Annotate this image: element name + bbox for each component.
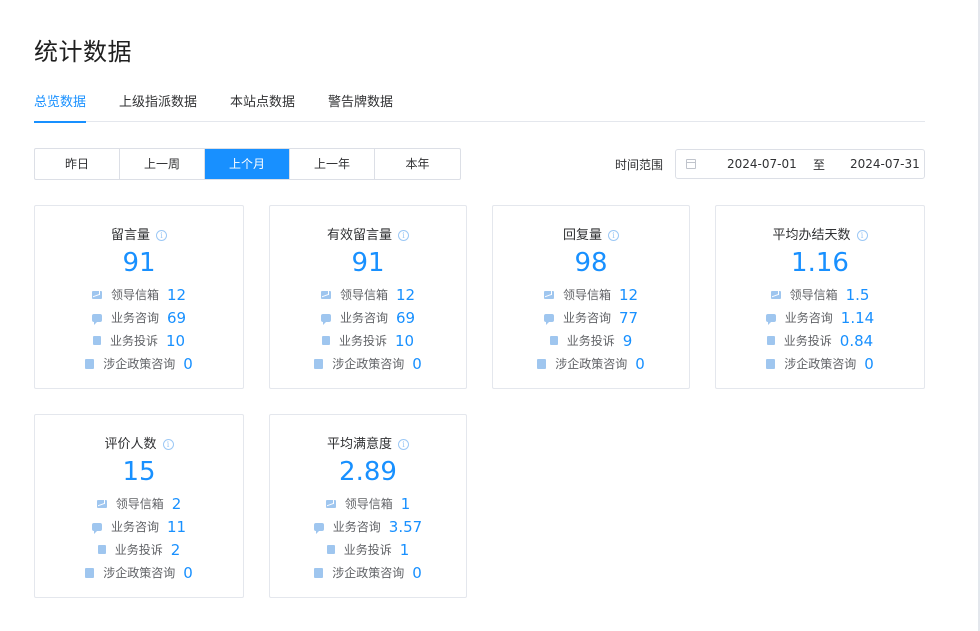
metric-policy: 涉企政策咨询 0 [35,561,243,584]
metric-consult: 业务咨询 11 [35,515,243,538]
metric-policy: 涉企政策咨询 0 [270,352,466,375]
stat-card-avg-days: 平均办结天数 i 1.16 领导信箱 1.5 业务咨询 1.14 业务投诉 0.84 涉… [715,205,925,389]
tab-bar: 总览数据 上级指派数据 本站点数据 警告牌数据 [34,93,925,123]
card-title: 回复量 i [493,224,689,243]
book-icon [92,336,101,345]
card-value: 2.89 [339,457,397,487]
info-icon[interactable]: i [608,230,619,241]
chat-icon [543,313,554,325]
book-icon [326,545,335,554]
metric-mailbox: 领导信箱 2 [35,492,243,515]
card-metrics: 领导信箱 2 业务咨询 11 业务投诉 2 涉企政策咨询 0 [35,492,243,584]
range-last-month-button[interactable]: 上个月 [205,149,290,179]
chat-icon [765,313,776,325]
metric-policy: 涉企政策咨询 0 [493,352,689,375]
metric-consult: 业务咨询 69 [270,306,466,329]
card-value: 91 [122,248,156,278]
range-last-year-button[interactable]: 上一年 [290,149,375,179]
document-icon [85,358,95,369]
card-metrics: 领导信箱 1.5 业务咨询 1.14 业务投诉 0.84 涉企政策咨询 0 [716,283,924,375]
time-range-label: 时间范围 [615,158,664,172]
metric-consult: 业务咨询 3.57 [270,515,466,538]
chat-icon [320,313,331,325]
card-metrics: 领导信箱 12 业务咨询 77 业务投诉 9 涉企政策咨询 0 [493,283,689,375]
book-icon [97,545,106,554]
mail-icon [770,290,781,299]
card-value: 1.16 [791,248,849,278]
tab-warning-sign[interactable]: 警告牌数据 [328,93,393,122]
chat-icon [91,522,102,534]
card-metrics: 领导信箱 1 业务咨询 3.57 业务投诉 1 涉企政策咨询 0 [270,492,466,584]
metric-consult: 业务咨询 69 [35,306,243,329]
info-icon[interactable]: i [156,230,167,241]
metric-mailbox: 领导信箱 12 [270,283,466,306]
card-title: 平均办结天数 i [716,224,924,243]
metric-complaint: 业务投诉 2 [35,538,243,561]
info-icon[interactable]: i [856,230,868,241]
tab-overview[interactable]: 总览数据 [34,93,87,123]
document-icon [85,567,95,578]
date-separator: 至 [812,157,825,172]
metric-complaint: 业务投诉 10 [270,329,466,352]
card-title: 有效留言量 i [270,224,466,243]
card-metrics: 领导信箱 12 业务咨询 69 业务投诉 10 涉企政策咨询 0 [270,283,466,375]
book-icon [549,336,558,345]
metric-consult: 业务咨询 77 [493,306,689,329]
mail-icon [91,290,102,299]
range-yesterday-button[interactable]: 昨日 [35,149,120,179]
book-icon [766,336,775,345]
info-icon[interactable]: i [398,230,409,241]
metric-mailbox: 领导信箱 12 [35,283,243,306]
document-icon [537,358,547,369]
stat-card-avg-satisfaction: 平均满意度 i 2.89 领导信箱 1 业务咨询 3.57 业务投诉 1 涉企政策咨询 0 [269,414,467,598]
chat-icon [313,522,324,534]
card-metrics: 领导信箱 12 业务咨询 69 业务投诉 10 涉企政策咨询 0 [35,283,243,375]
tab-superior-assigned[interactable]: 上级指派数据 [119,93,197,122]
mail-icon [96,499,107,508]
stat-card-raters: 评价人数 i 15 领导信箱 2 业务咨询 11 业务投诉 2 涉企政策咨询 0 [34,414,244,598]
mail-icon [325,499,336,508]
metric-consult: 业务咨询 1.14 [716,306,924,329]
card-title: 评价人数 i [35,433,243,452]
range-this-year-button[interactable]: 本年 [375,149,460,179]
card-title: 平均满意度 i [270,433,466,452]
metric-complaint: 业务投诉 9 [493,329,689,352]
card-value: 15 [122,457,156,487]
stat-card-replies: 回复量 i 98 领导信箱 12 业务咨询 77 业务投诉 9 涉企政策咨询 0 [492,205,690,389]
info-icon[interactable]: i [398,439,409,450]
document-icon [766,358,776,369]
card-value: 91 [351,248,385,278]
metric-mailbox: 领导信箱 12 [493,283,689,306]
page-title: 统计数据 [34,38,132,66]
metric-complaint: 业务投诉 10 [35,329,243,352]
metric-mailbox: 领导信箱 1.5 [716,283,924,306]
tab-this-site[interactable]: 本站点数据 [230,93,295,122]
document-icon [314,567,324,578]
metric-mailbox: 领导信箱 1 [270,492,466,515]
chat-icon [91,313,102,325]
mail-icon [543,290,554,299]
info-icon[interactable]: i [162,439,174,450]
mail-icon [320,290,331,299]
book-icon [321,336,330,345]
card-value: 98 [574,248,608,278]
metric-policy: 涉企政策咨询 0 [270,561,466,584]
date-range-picker[interactable]: 2024-07-01 至 2024-07-31 [675,149,925,179]
time-range-button-group: 昨日 上一周 上个月 上一年 本年 [34,148,461,180]
stat-card-messages: 留言量 i 91 领导信箱 12 业务咨询 69 业务投诉 10 涉企政策咨询 0 [34,205,244,389]
date-start-input[interactable]: 2024-07-01 [727,157,797,171]
metric-complaint: 业务投诉 1 [270,538,466,561]
date-end-input[interactable]: 2024-07-31 [850,157,920,171]
metric-policy: 涉企政策咨询 0 [35,352,243,375]
document-icon [314,358,324,369]
card-title: 留言量 i [35,224,243,243]
calendar-icon [686,159,696,169]
range-last-week-button[interactable]: 上一周 [120,149,205,179]
metric-policy: 涉企政策咨询 0 [716,352,924,375]
metric-complaint: 业务投诉 0.84 [716,329,924,352]
stat-card-valid-messages: 有效留言量 i 91 领导信箱 12 业务咨询 69 业务投诉 10 涉企政策咨询 0 [269,205,467,389]
